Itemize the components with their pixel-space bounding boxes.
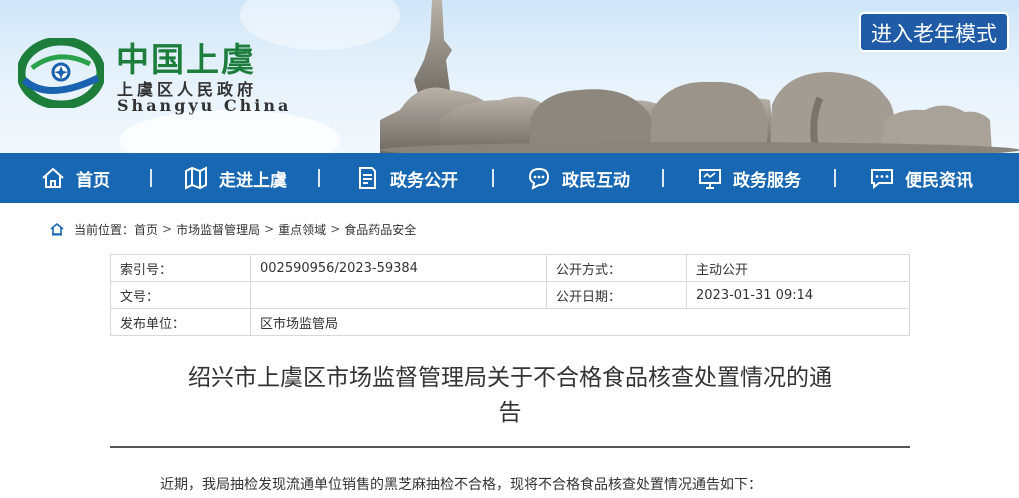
home-icon	[50, 222, 64, 236]
nav-divider	[834, 169, 836, 187]
nav-label: 政务服务	[733, 170, 801, 191]
article-title-line: 告	[498, 400, 522, 426]
cloud-decoration	[120, 110, 340, 153]
nav-label: 政民互动	[562, 170, 630, 191]
nav-label: 政务公开	[390, 170, 458, 191]
nav-item-home[interactable]: 首页	[0, 153, 150, 203]
nav-item-public-info[interactable]: 便民资讯	[836, 153, 1006, 203]
open-date-value: 2023-01-31 09:14	[686, 281, 910, 309]
article-paragraph: 近期，我局抽检发现流通单位销售的黑芝麻抽检不合格，现将不合格食品核查处置情况通告…	[160, 477, 762, 493]
nav-item-about[interactable]: 走进上虞	[152, 153, 318, 203]
breadcrumb-link-key-areas[interactable]: 重点领域	[278, 221, 326, 238]
open-method-value: 主动公开	[686, 254, 910, 282]
nav-label: 首页	[76, 170, 110, 191]
open-date-label: 公开日期：	[546, 281, 687, 309]
table-row: 发布单位： 区市场监管局	[110, 308, 910, 336]
nav-divider	[492, 169, 494, 187]
document-icon	[359, 167, 376, 189]
breadcrumb: 当前位置： 首页 > 市场监督管理局 > 重点领域 > 食品药品安全	[50, 219, 416, 239]
index-value: 002590956/2023-59384	[250, 254, 547, 282]
article-title-line: 绍兴市上虞区市场监督管理局关于不合格食品核查处置情况的通	[188, 365, 832, 391]
title-divider	[110, 446, 910, 448]
home-icon	[42, 167, 64, 188]
table-row: 文号： 公开日期： 2023-01-31 09:14	[110, 281, 910, 309]
open-method-label: 公开方式：	[546, 254, 687, 282]
shangyu-logo-icon[interactable]	[18, 38, 104, 108]
logo-title: 中国上虞	[116, 40, 256, 79]
breadcrumb-separator: >	[264, 222, 275, 236]
breadcrumb-link-home[interactable]: 首页	[134, 221, 158, 238]
breadcrumb-separator: >	[162, 222, 173, 236]
breadcrumb-link-food-drug-safety[interactable]: 食品药品安全	[344, 221, 416, 238]
index-label: 索引号：	[110, 254, 251, 282]
nav-item-services[interactable]: 政务服务	[664, 153, 834, 203]
table-row: 索引号： 002590956/2023-59384 公开方式： 主动公开	[110, 254, 910, 282]
nav-divider	[150, 169, 152, 187]
nav-label: 便民资讯	[905, 170, 973, 191]
nav-item-interaction[interactable]: 政民互动	[494, 153, 662, 203]
breadcrumb-separator: >	[330, 222, 341, 236]
publisher-label: 发布单位：	[110, 308, 251, 336]
nav-divider	[318, 169, 320, 187]
monitor-icon	[699, 169, 721, 189]
publisher-value: 区市场监管局	[250, 308, 910, 336]
header-banner: 中国上虞 上虞区人民政府 Shangyu China 进入老年模式	[0, 0, 1019, 153]
logo-english: Shangyu China	[117, 96, 292, 115]
elder-mode-button[interactable]: 进入老年模式	[859, 12, 1009, 52]
article-title: 绍兴市上虞区市场监督管理局关于不合格食品核查处置情况的通 告	[140, 361, 880, 431]
nav-divider	[662, 169, 664, 187]
doc-number-value	[250, 281, 547, 309]
doc-number-label: 文号：	[110, 281, 251, 309]
cloud-decoration	[240, 0, 400, 50]
map-icon	[185, 166, 207, 190]
message-icon	[871, 169, 893, 190]
document-info-table: 索引号： 002590956/2023-59384 公开方式： 主动公开 文号：…	[110, 254, 910, 336]
chat-bubble-icon	[528, 167, 550, 190]
main-nav: 首页 走进上虞 政务公开 政民互动 政务服务 便民资讯	[0, 153, 1019, 203]
nav-item-gov-affairs[interactable]: 政务公开	[320, 153, 492, 203]
nav-label: 走进上虞	[219, 170, 287, 191]
breadcrumb-prefix: 当前位置：	[74, 222, 135, 237]
breadcrumb-link-market-bureau[interactable]: 市场监督管理局	[176, 221, 260, 238]
